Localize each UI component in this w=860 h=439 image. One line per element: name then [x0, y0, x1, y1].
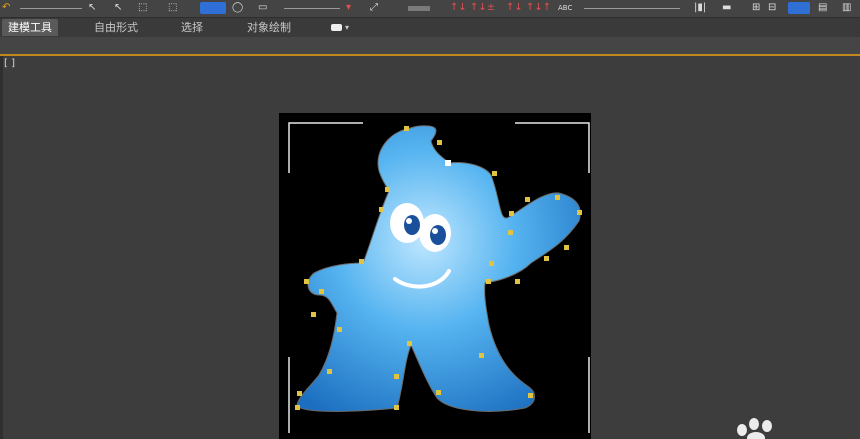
snap-toggle-icon[interactable]: ↑↓	[450, 1, 467, 15]
ribbon-options-dropdown[interactable]: ▾	[331, 19, 349, 36]
ribbon-panel	[0, 37, 860, 54]
panel-icon	[331, 23, 342, 31]
right-eye-highlight	[432, 228, 438, 234]
named-selection-dropdown[interactable]	[584, 8, 680, 9]
left-eye-highlight	[406, 218, 412, 224]
align-icon[interactable]: ▬	[722, 1, 731, 15]
layer-manager-icon[interactable]: ⊞	[752, 1, 760, 15]
angle-snap-icon[interactable]: ↑↓±	[470, 1, 495, 15]
select-move-button[interactable]	[200, 2, 226, 14]
ribbon-tab-bar: 建模工具 自由形式 选择 对象绘制 ▾	[0, 18, 860, 37]
tab-modeling-tools[interactable]: 建模工具	[2, 19, 58, 36]
scale-icon[interactable]: ▭	[258, 1, 267, 15]
spinner-snap-icon[interactable]: ↑↓↑	[526, 1, 551, 15]
manipulate-icon[interactable]: ⤢	[370, 1, 378, 15]
tab-object-paint[interactable]: 对象绘制	[247, 19, 291, 36]
ribbon-toggle-icon[interactable]: ⊟	[768, 1, 776, 15]
viewport-label[interactable]: [ ]	[4, 58, 15, 69]
tab-freeform[interactable]: 自由形式	[94, 19, 138, 36]
text-tool-icon[interactable]: ABC	[558, 1, 572, 15]
pivot-icon[interactable]: ▾	[346, 1, 351, 15]
undo-icon[interactable]: ↶	[2, 1, 10, 15]
right-pupil	[430, 225, 446, 245]
window-crossing-icon[interactable]: ⬚	[168, 1, 177, 15]
percent-snap-icon[interactable]: ↑↓	[506, 1, 523, 15]
curve-editor-icon[interactable]: ▤	[818, 1, 827, 15]
main-toolbar: ↶ ↖ ↖ ⬚ ⬚ ◯ ▭ ▾ ⤢ ↑↓ ↑↓± ↑↓ ↑↓↑ ABC |▮| …	[0, 0, 860, 18]
select-object-icon[interactable]: ↖	[114, 1, 122, 15]
mascot-spline-object[interactable]	[279, 113, 591, 439]
chevron-down-icon: ▾	[345, 23, 350, 32]
mascot-body-shape	[296, 125, 581, 412]
scene-explorer-button[interactable]	[788, 2, 810, 14]
select-arrow-icon[interactable]: ↖	[88, 1, 96, 15]
reference-coord-dropdown[interactable]	[284, 8, 340, 9]
keyboard-shortcut-toggle[interactable]	[408, 6, 430, 11]
tab-selection[interactable]: 选择	[181, 19, 203, 36]
viewport-border	[0, 56, 3, 439]
select-region-icon[interactable]: ⬚	[138, 1, 147, 15]
schematic-view-icon[interactable]: ▥	[842, 1, 851, 15]
rotate-icon[interactable]: ◯	[232, 1, 243, 15]
toolbar-separator	[20, 8, 82, 9]
mirror-icon[interactable]: |▮|	[694, 1, 706, 15]
left-pupil	[404, 215, 420, 235]
selected-vertex[interactable]	[445, 160, 451, 166]
watermark-paw-icon	[737, 418, 772, 439]
